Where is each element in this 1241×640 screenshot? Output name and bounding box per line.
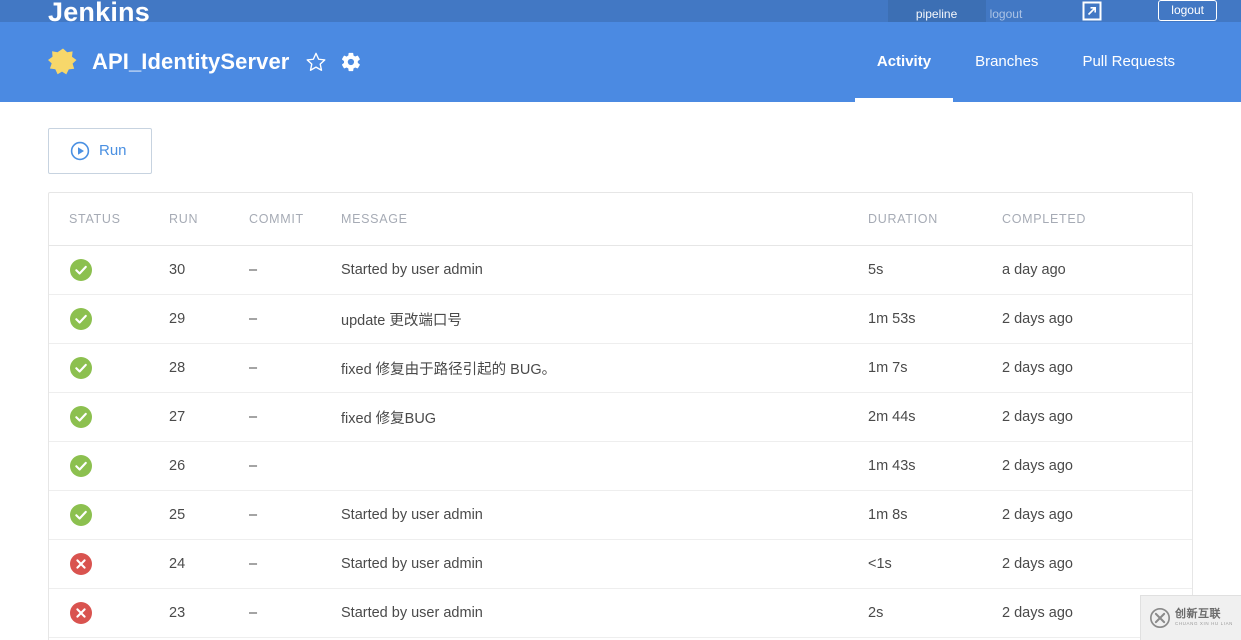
run-message-cell: fixed 修复由于路径引起的 BUG。: [341, 361, 557, 378]
run-completed-cell: 2 days ago: [1002, 507, 1073, 523]
jenkins-logo[interactable]: Jenkins: [48, 0, 150, 22]
run-status-cell: [69, 356, 169, 380]
runs-table-body: 30 – Started by user admin 5s a day ago 29 – up…: [49, 246, 1192, 640]
run-status-cell: [69, 601, 169, 625]
run-completed-cell: 2 days ago: [1002, 311, 1073, 327]
page-title: API_IdentityServer: [92, 49, 290, 74]
run-commit-cell: –: [249, 458, 258, 474]
run-message-cell: Started by user admin: [341, 605, 483, 621]
tab-branches[interactable]: Branches: [953, 22, 1060, 102]
topbar-pipeline-chip[interactable]: pipeline: [887, 0, 986, 22]
table-row[interactable]: 26 – 1m 43s 2 days ago: [49, 442, 1192, 491]
run-status-cell: [69, 552, 169, 576]
pipeline-header: API_IdentityServer Activity Branches Pul…: [0, 22, 1241, 102]
star-outline-icon[interactable]: [305, 51, 327, 73]
run-message-cell: update 更改端口号: [341, 312, 462, 329]
run-duration-cell: 1m 7s: [868, 360, 908, 376]
run-commit-cell: –: [249, 409, 258, 425]
run-completed-cell: a day ago: [1002, 262, 1066, 278]
table-row[interactable]: 24 – Started by user admin <1s 2 days ago: [49, 540, 1192, 589]
table-row[interactable]: 30 – Started by user admin 5s a day ago: [49, 246, 1192, 295]
check-circle-icon: [69, 356, 93, 380]
sunny-weather-icon: [48, 47, 78, 77]
run-status-cell: [69, 405, 169, 429]
run-number-cell: 28: [169, 360, 186, 376]
check-circle-icon: [69, 258, 93, 282]
play-circle-icon: [70, 141, 90, 161]
site-watermark: 创新互联 CHUANG XIN HU LIAN: [1140, 595, 1241, 640]
table-row[interactable]: 28 – fixed 修复由于路径引起的 BUG。 1m 7s 2 days ago: [49, 344, 1192, 393]
tab-activity[interactable]: Activity: [854, 22, 954, 102]
jenkins-topbar: Jenkins pipeline logout logout: [0, 0, 1241, 22]
run-status-cell: [69, 307, 169, 331]
main-content: Run STATUS RUN COMMIT MESSAGE DURATION C…: [0, 102, 1241, 640]
run-status-cell: [69, 503, 169, 527]
table-row[interactable]: 25 – Started by user admin 1m 8s 2 days ago: [49, 491, 1192, 540]
run-message-cell: Started by user admin: [341, 507, 483, 523]
run-commit-cell: –: [249, 605, 258, 621]
logout-button[interactable]: logout: [1158, 0, 1217, 21]
check-circle-icon: [69, 454, 93, 478]
run-commit-cell: –: [249, 556, 258, 572]
run-completed-cell: 2 days ago: [1002, 556, 1073, 572]
tab-pull-requests[interactable]: Pull Requests: [1060, 22, 1197, 102]
pipeline-identity: API_IdentityServer: [48, 47, 362, 77]
toolbar: Run: [48, 102, 1193, 192]
run-duration-cell: 1m 8s: [868, 507, 908, 523]
run-number-cell: 30: [169, 262, 186, 278]
run-status-cell: [69, 454, 169, 478]
run-status-cell: [69, 258, 169, 282]
check-circle-icon: [69, 307, 93, 331]
run-duration-cell: 1m 53s: [868, 311, 916, 327]
watermark-text: 创新互联 CHUANG XIN HU LIAN: [1175, 609, 1233, 627]
page-root: Jenkins pipeline logout logout API_Ident…: [0, 0, 1241, 640]
table-row[interactable]: 27 – fixed 修复BUG 2m 44s 2 days ago: [49, 393, 1192, 442]
column-header-commit: COMMIT: [249, 212, 304, 226]
run-number-cell: 24: [169, 556, 186, 572]
run-duration-cell: 5s: [868, 262, 884, 278]
check-circle-icon: [69, 405, 93, 429]
watermark-cn-text: 创新互联: [1174, 608, 1221, 621]
circled-x-logo: [1149, 607, 1171, 629]
run-number-cell: 25: [169, 507, 186, 523]
watermark-pinyin-text: CHUANG XIN HU LIAN: [1174, 621, 1234, 627]
run-number-cell: 29: [169, 311, 186, 327]
run-commit-cell: –: [249, 360, 258, 376]
runs-table: STATUS RUN COMMIT MESSAGE DURATION COMPL…: [48, 192, 1193, 640]
column-header-status: STATUS: [69, 212, 121, 226]
run-commit-cell: –: [249, 507, 258, 523]
run-button-label: Run: [99, 142, 127, 159]
topbar-nav-label[interactable]: logout: [990, 8, 1023, 21]
run-duration-cell: <1s: [868, 556, 892, 572]
run-message-cell: Started by user admin: [341, 556, 483, 572]
x-circle-icon: [69, 552, 93, 576]
table-row[interactable]: 29 – update 更改端口号 1m 53s 2 days ago: [49, 295, 1192, 344]
runs-table-header: STATUS RUN COMMIT MESSAGE DURATION COMPL…: [49, 193, 1192, 246]
column-header-message: MESSAGE: [341, 212, 408, 226]
run-message-cell: fixed 修复BUG: [341, 410, 437, 427]
check-circle-icon: [69, 503, 93, 527]
run-button[interactable]: Run: [48, 128, 152, 174]
run-number-cell: 23: [169, 605, 186, 621]
column-header-completed: COMPLETED: [1002, 212, 1087, 226]
run-completed-cell: 2 days ago: [1002, 409, 1073, 425]
run-number-cell: 27: [169, 409, 186, 425]
gear-icon[interactable]: [340, 51, 362, 73]
pipeline-tabs: Activity Branches Pull Requests: [854, 22, 1197, 102]
run-duration-cell: 2s: [868, 605, 884, 621]
x-circle-icon: [69, 601, 93, 625]
run-duration-cell: 2m 44s: [868, 409, 916, 425]
run-commit-cell: –: [249, 262, 258, 278]
column-header-duration: DURATION: [868, 212, 938, 226]
run-completed-cell: 2 days ago: [1002, 458, 1073, 474]
run-completed-cell: 2 days ago: [1002, 360, 1073, 376]
run-duration-cell: 1m 43s: [868, 458, 916, 474]
column-header-run: RUN: [169, 212, 199, 226]
run-number-cell: 26: [169, 458, 186, 474]
topbar-pipeline-chip-label: pipeline: [915, 7, 958, 21]
run-message-cell: Started by user admin: [341, 262, 483, 278]
external-link-icon[interactable]: [1082, 1, 1102, 21]
run-commit-cell: –: [249, 311, 258, 327]
table-row[interactable]: 23– Started by user admin 2s 2 days ago: [49, 589, 1192, 638]
